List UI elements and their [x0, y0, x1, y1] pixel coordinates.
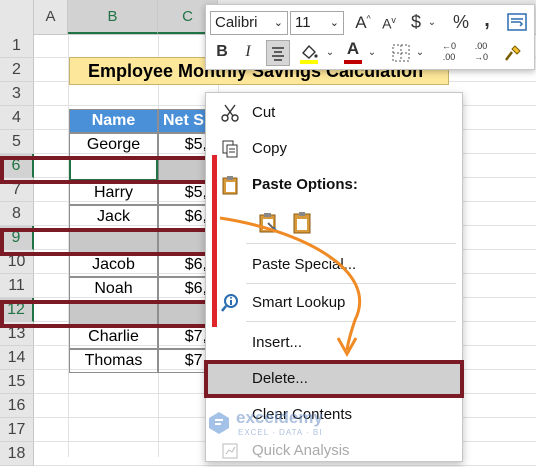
employee-name-cell[interactable]: Noah: [69, 277, 158, 301]
font-name-value: Calibri: [215, 14, 258, 31]
chevron-down-icon[interactable]: ⌄: [324, 47, 336, 58]
quick-analysis-icon: [222, 443, 238, 459]
menu-item-copy[interactable]: Copy: [206, 133, 462, 165]
menu-item-cut[interactable]: Cut: [206, 97, 462, 129]
menu-item-label: Copy: [252, 140, 288, 157]
employee-name-cell[interactable]: Charlie: [69, 325, 158, 349]
blank-row-highlight: [0, 300, 210, 328]
increase-decimal-label: .00: [442, 52, 456, 62]
increase-font-size-button[interactable]: A^: [352, 13, 374, 33]
column-header-a[interactable]: A: [34, 0, 68, 34]
clipboard-icon: [222, 176, 238, 195]
row-header[interactable]: 11: [0, 274, 34, 298]
copy-icon: [222, 140, 238, 158]
net-salary-cell[interactable]: $6,: [158, 205, 210, 229]
menu-item-label: Cut: [252, 104, 276, 121]
font-size-value: 11: [295, 14, 311, 31]
employee-name-cell[interactable]: Jacob: [69, 253, 158, 277]
percent-icon: %: [452, 12, 469, 32]
increase-decimal-icon: ←0: [441, 41, 456, 51]
font-name-field[interactable]: Calibri ⌄: [210, 11, 288, 35]
net-salary-cell[interactable]: $7,: [158, 349, 210, 373]
row-header[interactable]: 3: [0, 82, 34, 106]
net-salary-cell[interactable]: $7,: [158, 325, 210, 349]
row-header[interactable]: 5: [0, 130, 34, 154]
row-header[interactable]: 1: [0, 34, 34, 58]
chevron-down-icon[interactable]: ⌄: [426, 17, 438, 28]
comma-icon: ,: [484, 9, 490, 31]
decrease-decimal-icon: .00: [474, 41, 488, 51]
column-header-b[interactable]: B: [68, 0, 158, 34]
chevron-down-icon[interactable]: ⌄: [414, 47, 426, 58]
borders-icon: [392, 44, 410, 62]
decrease-decimal-button[interactable]: .00 →0: [468, 41, 494, 63]
annotation-arrow: [219, 216, 362, 358]
menu-item-label: Paste Options:: [252, 176, 358, 193]
row-header[interactable]: 2: [0, 58, 34, 82]
row-header[interactable]: 8: [0, 202, 34, 226]
row-header[interactable]: 17: [0, 418, 34, 442]
exceldemy-logo-icon: [209, 412, 229, 434]
row-header[interactable]: 14: [0, 346, 34, 370]
row-header[interactable]: 18: [0, 442, 34, 466]
employee-name-cell[interactable]: Harry: [69, 181, 158, 205]
paste-options-header: Paste Options:: [206, 169, 462, 201]
table-header-cell[interactable]: Name: [69, 109, 158, 133]
borders-button[interactable]: [390, 43, 412, 65]
net-salary-cell[interactable]: $6,: [158, 277, 210, 301]
italic-button[interactable]: I: [240, 43, 256, 61]
row-header[interactable]: 15: [0, 370, 34, 394]
watermark: exceldemy EXCEL · DATA · BI: [206, 408, 366, 442]
font-color-icon: A: [346, 39, 360, 58]
decrease-decimal-label: →0: [473, 52, 488, 62]
chevron-down-icon[interactable]: ⌄: [274, 12, 283, 34]
watermark-tagline: EXCEL · DATA · BI: [238, 428, 323, 437]
watermark-name: exceldemy: [236, 408, 323, 427]
align-center-button[interactable]: [266, 40, 290, 66]
accounting-format-button[interactable]: $: [406, 12, 426, 33]
font-size-field[interactable]: 11 ⌄: [290, 11, 344, 35]
paint-bucket-icon: [300, 44, 318, 64]
decrease-font-size-button[interactable]: Av: [378, 15, 400, 32]
currency-icon: $: [410, 12, 421, 32]
row-header[interactable]: 16: [0, 394, 34, 418]
mini-toolbar: Calibri ⌄ 11 ⌄ A^ Av $ ⌄ % , B I ⌄ A ⌄ ⌄…: [205, 4, 535, 70]
font-color-button[interactable]: A: [342, 39, 364, 65]
chevron-down-icon[interactable]: ⌄: [366, 47, 378, 58]
net-salary-cell[interactable]: $5,: [158, 133, 210, 157]
fill-color-button[interactable]: [296, 41, 322, 65]
select-all-corner[interactable]: [0, 0, 34, 34]
row-header[interactable]: 4: [0, 106, 34, 130]
employee-name-cell[interactable]: Thomas: [69, 349, 158, 373]
font-color-swatch: [344, 60, 362, 64]
employee-name-cell[interactable]: Jack: [69, 205, 158, 229]
wrap-text-button[interactable]: [506, 11, 528, 33]
percent-style-button[interactable]: %: [450, 12, 472, 33]
increase-decimal-button[interactable]: ←0 .00: [436, 41, 462, 63]
employee-name-cell[interactable]: George: [69, 133, 158, 157]
chevron-down-icon[interactable]: ⌄: [330, 12, 339, 34]
align-center-icon: [272, 47, 284, 61]
grow-font-icon: A: [355, 13, 367, 32]
wrap-text-icon: [507, 13, 527, 31]
bold-button[interactable]: B: [214, 43, 230, 61]
format-painter-icon: [505, 45, 521, 61]
table-header-cell[interactable]: Net S: [158, 109, 210, 133]
blank-row-highlight: [0, 156, 210, 184]
italic-icon: I: [245, 43, 251, 60]
bold-icon: B: [216, 43, 228, 60]
scissors-icon: [221, 104, 239, 122]
net-salary-cell[interactable]: $6,: [158, 253, 210, 277]
comma-style-button[interactable]: ,: [480, 9, 494, 32]
blank-row-highlight: [0, 228, 210, 256]
net-salary-cell[interactable]: $5,: [158, 181, 210, 205]
format-painter-button[interactable]: [502, 43, 524, 65]
